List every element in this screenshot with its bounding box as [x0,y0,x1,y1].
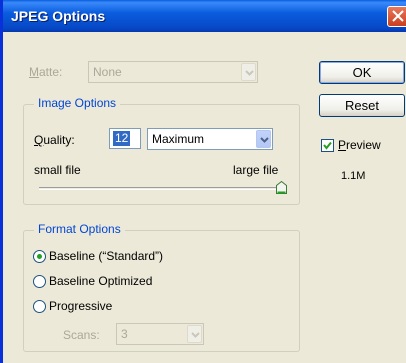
quality-input[interactable]: 12 [109,128,141,149]
baseline-standard-label: Baseline (“Standard”) [49,249,164,263]
radio-baseline-standard[interactable] [33,250,46,263]
jpeg-options-dialog: JPEG Options Matte: None Image Options Q… [0,0,406,363]
quality-value: 12 [113,131,131,146]
checkmark-icon [323,141,332,150]
close-button[interactable] [387,6,406,27]
dropdown-arrow-icon [191,332,200,338]
preview-label: Preview [338,138,381,152]
large-file-label: large file [233,163,279,177]
quality-preset-select[interactable]: Maximum [147,128,273,150]
image-options-legend: Image Options [34,96,121,110]
close-icon [392,10,404,22]
ok-button[interactable]: OK [319,61,405,84]
matte-label: Matte: [29,65,63,79]
reset-button[interactable]: Reset [319,94,405,117]
scans-dropdown-arrow[interactable] [187,325,202,343]
progressive-label: Progressive [49,299,113,313]
quality-slider-track[interactable] [39,187,287,190]
format-options-legend: Format Options [34,222,125,236]
dropdown-arrow-icon [245,70,254,76]
quality-preset-value: Maximum [152,132,205,146]
matte-value: None [93,65,122,79]
radio-baseline-optimized[interactable] [33,275,46,288]
preview-checkbox[interactable] [321,139,334,152]
slider-thumb-icon[interactable] [276,181,287,194]
title-bar: JPEG Options [3,0,406,32]
window-title: JPEG Options [11,8,106,24]
quality-label: Quality: [34,133,75,147]
dropdown-arrow-icon [260,137,269,143]
radio-selected-dot [37,254,42,259]
small-file-label: small file [34,163,81,177]
matte-select[interactable]: None [88,61,258,83]
scans-label: Scans: [63,328,100,342]
quality-preset-dropdown-arrow[interactable] [256,130,271,148]
file-size-readout: 1.1M [341,170,366,182]
scans-value: 3 [121,327,128,341]
scans-select[interactable]: 3 [116,323,204,345]
matte-dropdown-arrow[interactable] [241,63,256,81]
baseline-optimized-label: Baseline Optimized [49,274,153,288]
radio-progressive[interactable] [33,300,46,313]
